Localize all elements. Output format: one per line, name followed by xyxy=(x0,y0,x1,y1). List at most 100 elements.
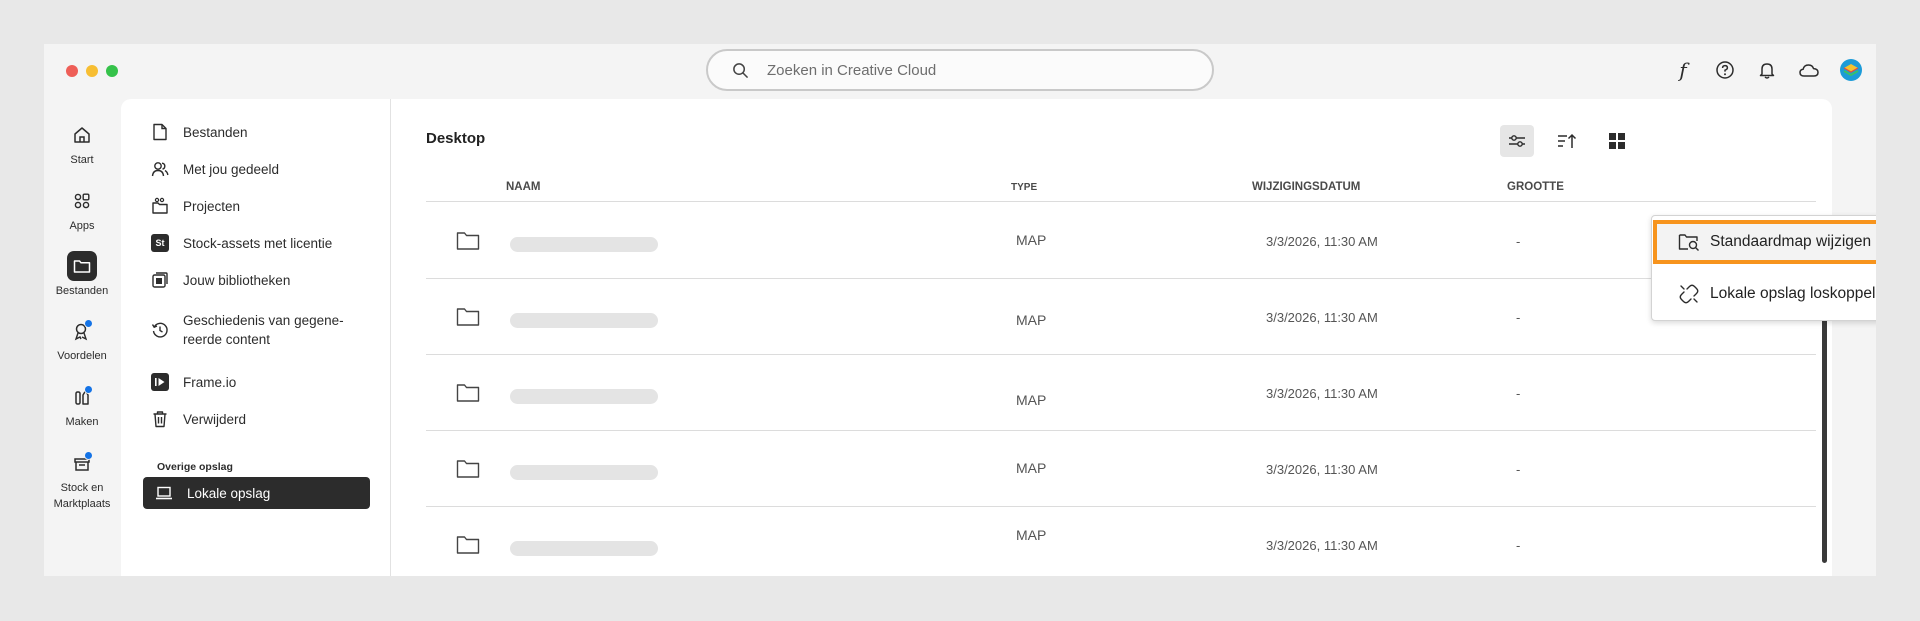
sort-button[interactable] xyxy=(1550,125,1584,157)
view-controls xyxy=(1500,125,1634,157)
marketplace-icon xyxy=(67,448,97,478)
trash-icon xyxy=(151,410,169,428)
projects-icon xyxy=(151,197,169,215)
fonts-glyph: f xyxy=(1679,58,1687,82)
rail-item-start[interactable]: Start xyxy=(44,120,120,166)
file-name-placeholder xyxy=(510,541,658,556)
file-size: - xyxy=(1516,234,1521,249)
folder-icon xyxy=(456,384,480,402)
nav-item-frameio[interactable]: Frame.io xyxy=(151,373,381,391)
notification-badge xyxy=(84,319,93,328)
nav-item-met-jou-gedeeld[interactable]: Met jou gedeeld xyxy=(151,160,381,178)
folder-icon xyxy=(67,251,97,281)
fonts-icon[interactable]: f xyxy=(1670,57,1696,83)
frameio-icon xyxy=(151,373,169,391)
sliders-icon xyxy=(1509,135,1525,147)
nav-item-projecten[interactable]: Projecten xyxy=(151,197,381,215)
create-icon xyxy=(67,382,97,412)
table-header: NAAM TYPE WIJZIGINGSDATUM GROOTTE xyxy=(426,175,1816,202)
nav-label: reerde content xyxy=(183,332,271,347)
stock-icon: St xyxy=(151,234,169,252)
settings-dropdown-menu: Standaardmap wijzigen Lokale opslag losk… xyxy=(1651,215,1876,321)
laptop-icon xyxy=(155,484,173,502)
nav-label: Met jou gedeeld xyxy=(183,161,280,177)
file-icon xyxy=(151,123,169,141)
menu-item-lokale-opslag-loskoppelen[interactable]: Lokale opslag loskoppelen xyxy=(1652,272,1876,316)
file-date: 3/3/2026, 11:30 AM xyxy=(1266,462,1378,477)
rail-label: Stock en xyxy=(60,482,104,494)
history-icon xyxy=(151,321,169,339)
column-size-header[interactable]: GROOTTE xyxy=(1507,181,1564,193)
nav-item-geschiedenis[interactable]: Geschiedenis van gegene- reerde content xyxy=(151,311,381,349)
nav-section-title: Overige opslag xyxy=(157,461,233,473)
file-date: 3/3/2026, 11:30 AM xyxy=(1266,538,1378,553)
nav-item-stock-assets[interactable]: St Stock-assets met licentie xyxy=(151,234,381,252)
nav-item-lokale-opslag[interactable]: Lokale opslag xyxy=(143,477,370,509)
nav-label: Jouw bibliotheken xyxy=(183,272,291,288)
shared-users-icon xyxy=(151,160,169,178)
menu-item-label: Standaardmap wijzigen xyxy=(1710,233,1872,250)
file-type: MAP xyxy=(1016,232,1047,248)
top-toolbar: f xyxy=(1670,57,1864,83)
file-name-placeholder xyxy=(510,237,658,252)
folder-icon xyxy=(456,460,480,478)
files-sidenav: Bestanden Met jou gedeeld Projecten St S… xyxy=(121,99,391,576)
app-window: f Start Apps xyxy=(44,44,1876,576)
nav-item-jouw-bibliotheken[interactable]: Jouw bibliotheken xyxy=(151,271,381,289)
rail-label: Maken xyxy=(65,416,99,428)
nav-label: Stock-assets met licentie xyxy=(183,235,333,251)
grid-view-button[interactable] xyxy=(1600,125,1634,157)
table-row[interactable]: MAP 3/3/2026, 11:30 AM - xyxy=(426,279,1816,355)
minimize-window-button[interactable] xyxy=(86,65,98,77)
file-size: - xyxy=(1516,462,1521,477)
column-name-header[interactable]: NAAM xyxy=(506,181,541,193)
rail-item-maken[interactable]: Maken xyxy=(44,382,120,428)
table-row[interactable]: MAP 3/3/2026, 11:30 AM - xyxy=(426,507,1816,576)
rail-item-stock-marktplaats[interactable]: Stock en Marktplaats xyxy=(44,448,120,510)
file-type: MAP xyxy=(1016,312,1047,328)
nav-item-bestanden[interactable]: Bestanden xyxy=(151,123,381,141)
menu-item-label: Lokale opslag loskoppelen xyxy=(1710,285,1876,302)
rail-item-voordelen[interactable]: Voordelen xyxy=(44,316,120,362)
main-panel: Bestanden Met jou gedeeld Projecten St S… xyxy=(121,99,1832,576)
nav-label: Bestanden xyxy=(183,124,248,140)
creative-cloud-avatar-icon[interactable] xyxy=(1838,57,1864,83)
search-input[interactable] xyxy=(767,61,1167,79)
column-date-header[interactable]: WIJZIGINGSDATUM xyxy=(1252,181,1360,193)
folder-icon xyxy=(456,536,480,554)
folder-icon xyxy=(456,232,480,250)
notification-badge xyxy=(84,451,93,460)
table-row[interactable]: MAP 3/3/2026, 11:30 AM - xyxy=(426,431,1816,507)
file-name-placeholder xyxy=(510,313,658,328)
bell-icon[interactable] xyxy=(1754,57,1780,83)
column-type-header[interactable]: TYPE xyxy=(1011,182,1037,193)
nav-label: Lokale opslag xyxy=(187,485,271,501)
sort-icon xyxy=(1558,133,1577,148)
rail-label: Voordelen xyxy=(57,350,107,362)
close-window-button[interactable] xyxy=(66,65,78,77)
file-size: - xyxy=(1516,386,1521,401)
apps-grid-icon xyxy=(67,186,97,216)
file-type: MAP xyxy=(1016,527,1047,543)
maximize-window-button[interactable] xyxy=(106,65,118,77)
table-row[interactable]: MAP 3/3/2026, 11:30 AM - xyxy=(426,203,1816,279)
nav-label: Projecten xyxy=(183,198,241,214)
vertical-scrollbar[interactable] xyxy=(1822,309,1827,563)
page-title: Desktop xyxy=(426,130,486,147)
nav-label: Frame.io xyxy=(183,374,237,390)
rail-item-apps[interactable]: Apps xyxy=(44,186,120,232)
rail-item-bestanden[interactable]: Bestanden xyxy=(44,251,120,297)
file-size: - xyxy=(1516,310,1521,325)
settings-sliders-button[interactable] xyxy=(1500,125,1534,157)
help-icon[interactable] xyxy=(1712,57,1738,83)
nav-label-multiline: Geschiedenis van gegene- reerde content xyxy=(183,311,344,349)
file-name-placeholder xyxy=(510,389,658,404)
table-row[interactable]: MAP 3/3/2026, 11:30 AM - xyxy=(426,355,1816,431)
rail-label: Start xyxy=(70,154,94,166)
folder-search-icon xyxy=(1678,231,1700,253)
menu-item-standaardmap-wijzigen[interactable]: Standaardmap wijzigen xyxy=(1653,220,1876,264)
libraries-icon xyxy=(151,271,169,289)
cloud-icon[interactable] xyxy=(1796,57,1822,83)
search-bar[interactable] xyxy=(706,49,1214,91)
nav-item-verwijderd[interactable]: Verwijderd xyxy=(151,410,381,428)
